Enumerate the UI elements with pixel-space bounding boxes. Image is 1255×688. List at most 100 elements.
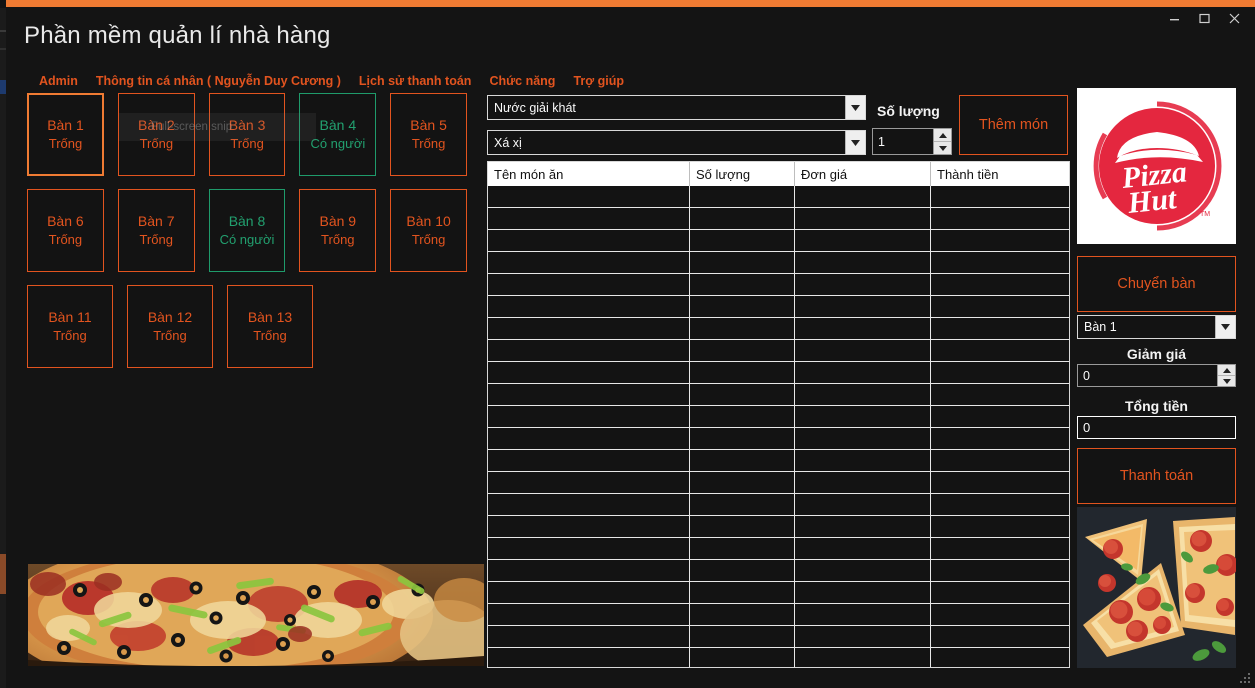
stepper-up-icon[interactable]	[1218, 365, 1235, 376]
table-cell	[488, 340, 690, 361]
table-button-name: Bàn 5	[410, 117, 447, 134]
chevron-down-icon[interactable]	[1215, 316, 1235, 338]
table-button-11[interactable]: Bàn 11 Trống	[27, 285, 113, 368]
table-cell	[931, 450, 1069, 471]
table-button-name: Bàn 12	[147, 309, 193, 326]
table-button-2[interactable]: Bàn 2 Trống	[117, 93, 195, 176]
chevron-down-icon[interactable]	[845, 96, 865, 119]
table-cell	[488, 208, 690, 229]
table-button-7[interactable]: Bàn 7 Trống	[117, 189, 195, 272]
table-row[interactable]	[488, 450, 1069, 472]
maximize-icon[interactable]	[1189, 7, 1219, 29]
minimize-icon[interactable]	[1159, 7, 1189, 29]
transfer-table-button[interactable]: Chuyển bàn	[1077, 256, 1236, 312]
stepper-down-icon[interactable]	[1218, 376, 1235, 386]
table-button-8[interactable]: Bàn 8 Có người	[208, 189, 286, 272]
table-button-name: Bàn 6	[47, 213, 84, 230]
menu-item-profile[interactable]: Thông tin cá nhân ( Nguyễn Duy Cương )	[87, 72, 350, 90]
table-button-5[interactable]: Bàn 5 Trống	[390, 93, 467, 176]
table-button-status: Trống	[48, 232, 83, 248]
table-row[interactable]	[488, 208, 1069, 230]
close-icon[interactable]	[1219, 7, 1249, 29]
table-row[interactable]	[488, 252, 1069, 274]
table-row[interactable]	[488, 186, 1069, 208]
quantity-input[interactable]: 1	[873, 129, 933, 154]
table-cell	[488, 406, 690, 427]
table-button-3[interactable]: Bàn 3 Trống	[208, 93, 286, 176]
table-select-value: Bàn 1	[1084, 320, 1117, 334]
stepper-up-icon[interactable]	[934, 129, 951, 142]
table-row[interactable]	[488, 230, 1069, 252]
category-dropdown-value: Nước giải khát	[494, 100, 576, 115]
table-cell	[488, 516, 690, 537]
menu-item-functions[interactable]: Chức năng	[480, 72, 564, 90]
pay-button[interactable]: Thanh toán	[1077, 448, 1236, 504]
table-cell	[690, 604, 795, 625]
table-row[interactable]	[488, 296, 1069, 318]
quantity-stepper[interactable]: 1	[872, 128, 952, 155]
table-button-9[interactable]: Bàn 9 Trống	[299, 189, 377, 272]
table-cell	[931, 208, 1069, 229]
quantity-stepper-buttons	[933, 129, 951, 154]
table-button-status: Trống	[53, 328, 87, 344]
table-row[interactable]	[488, 318, 1069, 340]
table-cell	[795, 494, 931, 515]
table-button-4[interactable]: Bàn 4 Có người	[299, 93, 377, 176]
table-select-dropdown[interactable]: Bàn 1	[1077, 315, 1236, 339]
table-cell	[931, 406, 1069, 427]
table-row[interactable]	[488, 362, 1069, 384]
svg-text:Hut: Hut	[1125, 182, 1179, 220]
table-cell	[488, 648, 690, 667]
quantity-label: Số lượng	[877, 103, 940, 119]
order-table-body[interactable]	[488, 186, 1069, 667]
table-row[interactable]	[488, 274, 1069, 296]
menu-item-admin[interactable]: Admin	[34, 72, 87, 90]
table-cell	[795, 406, 931, 427]
table-row[interactable]	[488, 406, 1069, 428]
table-row[interactable]	[488, 340, 1069, 362]
table-row[interactable]	[488, 582, 1069, 604]
menu-item-help[interactable]: Trợ giúp	[564, 72, 633, 90]
table-button-13[interactable]: Bàn 13 Trống	[227, 285, 313, 368]
table-row[interactable]	[488, 604, 1069, 626]
table-cell	[795, 450, 931, 471]
table-cell	[795, 362, 931, 383]
table-cell	[488, 450, 690, 471]
table-cell	[690, 186, 795, 207]
add-item-button[interactable]: Thêm món	[959, 95, 1068, 155]
table-button-status: Trống	[230, 136, 264, 152]
table-row[interactable]	[488, 560, 1069, 582]
table-cell	[931, 494, 1069, 515]
table-row[interactable]	[488, 538, 1069, 560]
title-accent-bar	[6, 0, 1255, 7]
table-cell	[690, 626, 795, 647]
resize-grip[interactable]	[1240, 673, 1252, 685]
menu-item-payment-history[interactable]: Lịch sử thanh toán	[350, 72, 481, 90]
table-row[interactable]	[488, 494, 1069, 516]
category-dropdown[interactable]: Nước giải khát	[487, 95, 866, 120]
table-row[interactable]	[488, 626, 1069, 648]
total-field[interactable]: 0	[1077, 416, 1236, 439]
table-grid-row: Bàn 11 Trống Bàn 12 Trống Bàn 13 Trống	[27, 285, 467, 368]
table-row[interactable]	[488, 516, 1069, 538]
item-dropdown-value: Xá xị	[494, 135, 522, 150]
table-row[interactable]	[488, 648, 1069, 667]
table-cell	[690, 538, 795, 559]
table-row[interactable]	[488, 472, 1069, 494]
table-button-1[interactable]: Bàn 1 Trống	[27, 93, 104, 176]
table-cell	[690, 384, 795, 405]
discount-input[interactable]: 0	[1078, 365, 1217, 386]
menu-bar: Admin Thông tin cá nhân ( Nguyễn Duy Cươ…	[34, 72, 633, 90]
column-header-quantity: Số lượng	[690, 162, 795, 186]
discount-stepper[interactable]: 0	[1077, 364, 1236, 387]
table-cell	[488, 274, 690, 295]
table-button-6[interactable]: Bàn 6 Trống	[27, 189, 104, 272]
table-button-10[interactable]: Bàn 10 Trống	[390, 189, 467, 272]
table-button-12[interactable]: Bàn 12 Trống	[127, 285, 213, 368]
table-row[interactable]	[488, 428, 1069, 450]
stepper-down-icon[interactable]	[934, 142, 951, 154]
table-row[interactable]	[488, 384, 1069, 406]
chevron-down-icon[interactable]	[845, 131, 865, 154]
table-cell	[931, 428, 1069, 449]
item-dropdown[interactable]: Xá xị	[487, 130, 866, 155]
